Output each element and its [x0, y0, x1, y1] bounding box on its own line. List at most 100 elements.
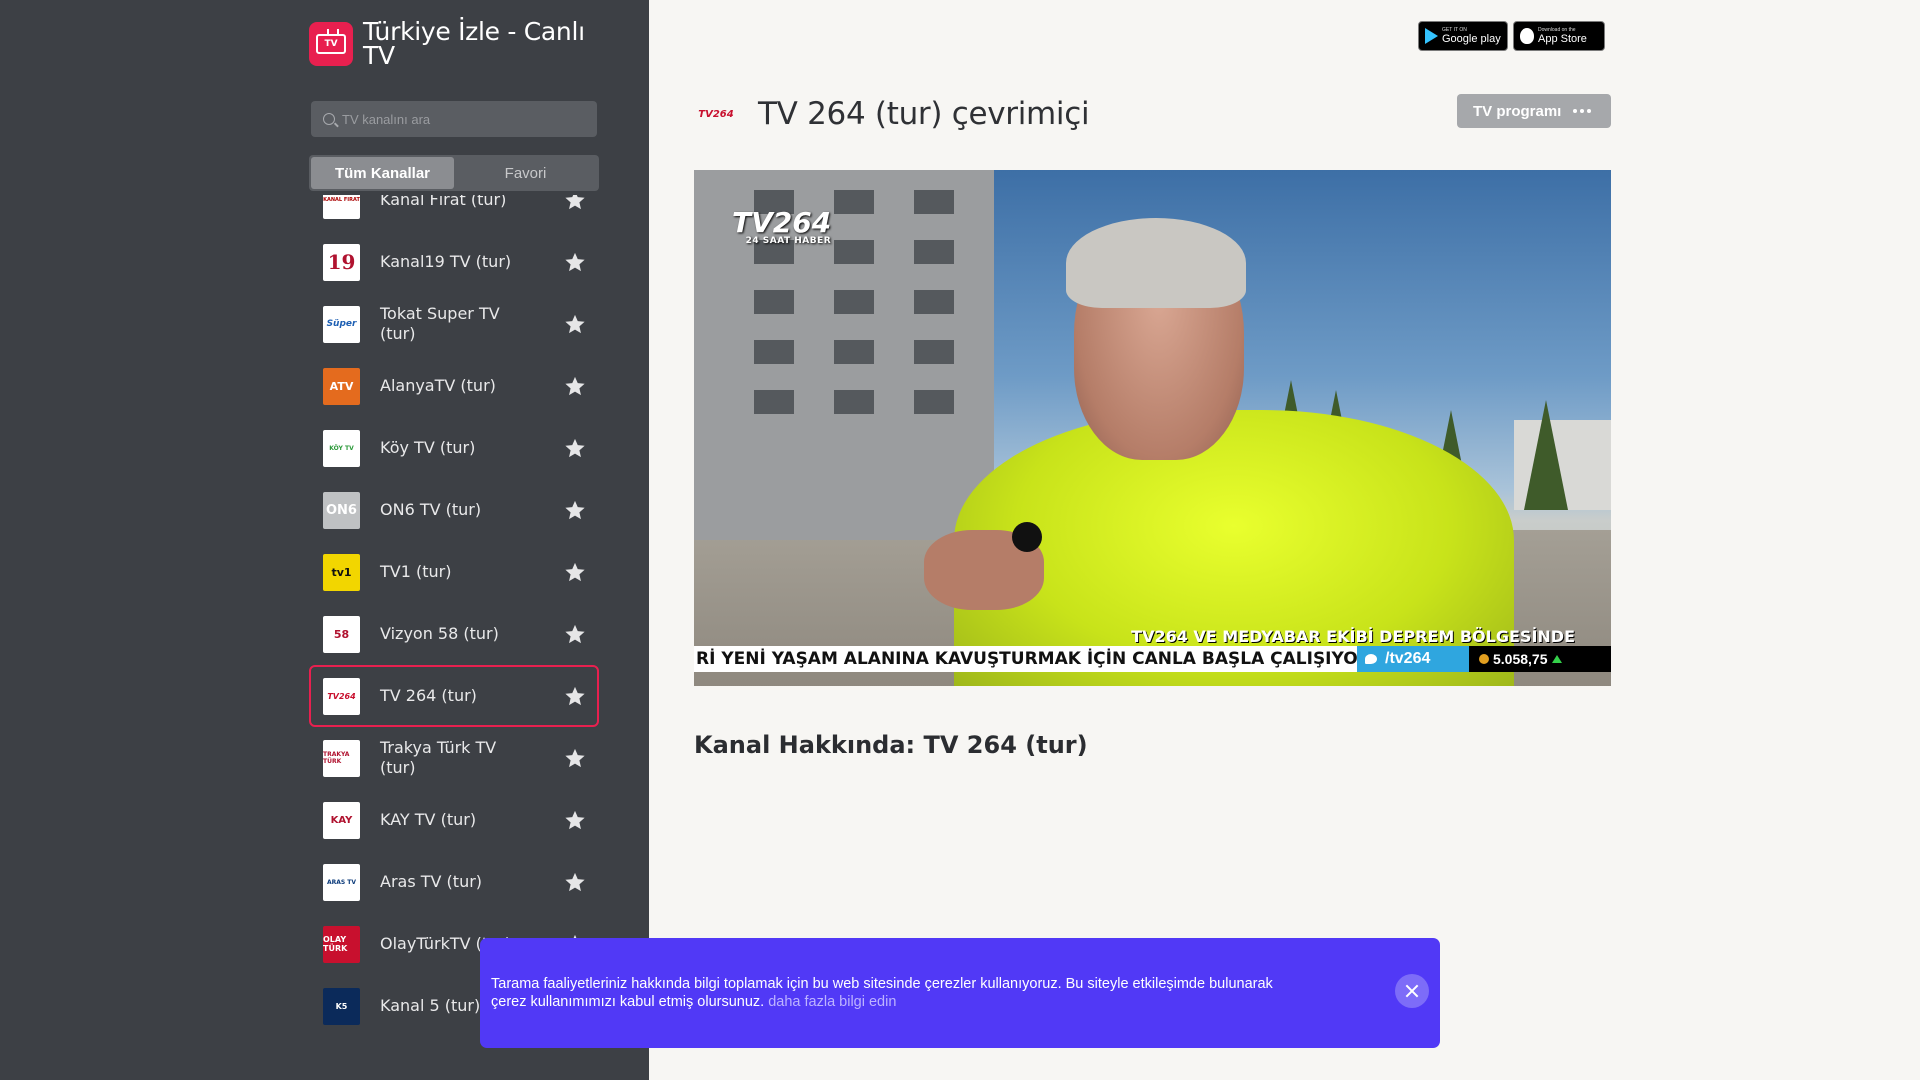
sidebar: TV Türkiye İzle - Canlı TV Tüm Kanallar … [0, 0, 649, 1080]
star-icon-shape [565, 686, 585, 706]
channel-item[interactable]: KÖY TV Köy TV (tur) [309, 417, 599, 479]
store-badges: GET IT ON Google play Download on the Ap… [1418, 21, 1605, 51]
page-title: TV 264 (tur) çevrimiçi [758, 96, 1090, 132]
app-store-badge[interactable]: Download on the App Store [1513, 21, 1605, 51]
star-icon[interactable] [561, 558, 589, 586]
video-headline: TV264 VE MEDYABAR EKİBİ DEPREM BÖLGESİND… [1131, 627, 1575, 646]
channel-name: TV1 (tur) [380, 562, 452, 581]
app-store-text: Download on the App Store [1538, 27, 1587, 45]
ticker-bar: Rİ YENİ YAŞAM ALANINA KAVUŞTURMAK İÇİN C… [694, 646, 1611, 672]
star-icon[interactable] [561, 496, 589, 524]
cookie-learn-more-link[interactable]: daha fazla bilgi edin [768, 994, 896, 1010]
cookie-close-button[interactable] [1395, 974, 1429, 1008]
video-player[interactable]: TV264 24 SAAT HABER TV264 VE MEDYABAR EK… [694, 170, 1611, 686]
channel-logo: KÖY TV [323, 429, 360, 467]
brand-logo-text: TV [316, 34, 346, 54]
star-icon[interactable] [561, 620, 589, 648]
channel-item[interactable]: Süper Tokat Super TV (tur) [309, 293, 599, 355]
channel-name: Trakya Türk TV (tur) [380, 738, 497, 777]
star-icon-shape [565, 314, 585, 334]
channel-name: Tokat Super TV (tur) [380, 304, 500, 343]
ticker-text: Rİ YENİ YAŞAM ALANINA KAVUŞTURMAK İÇİN C… [696, 649, 1357, 669]
channel-logo: K5 [323, 987, 360, 1025]
close-icon [1405, 984, 1419, 998]
channel-item[interactable]: 58 Vizyon 58 (tur) [309, 603, 599, 665]
channel-logo-text: TV264 [698, 108, 734, 120]
channel-logo: Süper [323, 305, 360, 343]
index-icon [1479, 654, 1489, 664]
star-icon[interactable] [561, 195, 589, 214]
channel-item[interactable]: ARAS TV Aras TV (tur) [309, 851, 599, 913]
channel-item[interactable]: KAY KAY TV (tur) [309, 789, 599, 851]
channel-item[interactable]: TRAKYA TÜRK Trakya Türk TV (tur) [309, 727, 599, 789]
google-play-icon [1425, 28, 1438, 44]
star-icon-shape [565, 748, 585, 768]
google-play-big: Google play [1442, 33, 1501, 45]
channel-name: KAY TV (tur) [380, 810, 477, 829]
watermark-text: TV264 [732, 206, 832, 239]
lower-third: TV264 VE MEDYABAR EKİBİ DEPREM BÖLGESİND… [694, 627, 1611, 672]
channel-item[interactable]: KANAL FIRAT Kanal Fırat (tur) [309, 195, 599, 231]
channel-item[interactable]: ON6 ON6 TV (tur) [309, 479, 599, 541]
social-handle-text: /tv264 [1385, 650, 1431, 667]
channel-item[interactable]: TV264 TV 264 (tur) [309, 665, 599, 727]
video-frame-detail [1524, 400, 1568, 510]
star-icon[interactable] [561, 682, 589, 710]
channel-logo: TRAKYA TÜRK [323, 739, 360, 777]
star-icon-shape [565, 810, 585, 830]
more-dots-icon [1573, 109, 1592, 113]
channel-item[interactable]: ATV AlanyaTV (tur) [309, 355, 599, 417]
star-icon[interactable] [561, 434, 589, 462]
star-icon-shape [565, 562, 585, 582]
google-play-text: GET IT ON Google play [1442, 27, 1501, 45]
cookie-message: Tarama faaliyetleriniz hakkında bilgi to… [491, 975, 1311, 1011]
star-icon[interactable] [561, 868, 589, 896]
brand[interactable]: TV Türkiye İzle - Canlı TV [309, 19, 613, 68]
tv-logo-icon: TV [309, 22, 353, 66]
star-icon-shape [565, 624, 585, 644]
google-play-badge[interactable]: GET IT ON Google play [1418, 21, 1508, 51]
arrow-up-icon [1551, 655, 1562, 663]
search-box [311, 101, 597, 137]
channel-item[interactable]: tv1 TV1 (tur) [309, 541, 599, 603]
channel-logo: OLAY TÜRK [323, 925, 360, 963]
star-icon-shape [565, 252, 585, 272]
star-icon-shape [565, 376, 585, 396]
channel-tabs: Tüm Kanallar Favori [309, 155, 599, 191]
channel-logo: ON6 [323, 491, 360, 529]
channel-logo: 19 [323, 243, 360, 281]
title-row: TV264 TV 264 (tur) çevrimiçi [694, 92, 1089, 136]
video-watermark: TV264 24 SAAT HABER [732, 206, 831, 246]
channel-logo: ARAS TV [323, 863, 360, 901]
star-icon[interactable] [561, 310, 589, 338]
search-input[interactable] [342, 111, 592, 127]
watermark-sub: 24 SAAT HABER [745, 236, 832, 246]
channel-logo: tv1 [323, 553, 360, 591]
channel-item[interactable]: 19 Kanal19 TV (tur) [309, 231, 599, 293]
cookie-banner: Tarama faaliyetleriniz hakkında bilgi to… [480, 938, 1440, 1048]
star-icon[interactable] [561, 806, 589, 834]
about-heading: Kanal Hakkında: TV 264 (tur) [694, 731, 1088, 759]
tv-program-label: TV programı [1473, 102, 1562, 120]
social-handle: /tv264 [1357, 646, 1469, 672]
market-index-value: 5.058,75 [1493, 651, 1548, 667]
channel-name: TV 264 (tur) [380, 686, 477, 705]
tv-program-button[interactable]: TV programı [1457, 94, 1611, 128]
star-icon-shape [565, 195, 585, 210]
channel-list-items: KANAL FIRAT Kanal Fırat (tur) 19 Kanal19 TV… [309, 195, 599, 1037]
star-icon-shape [565, 872, 585, 892]
channel-name: Köy TV (tur) [380, 438, 476, 457]
channel-logo: TV264 [694, 92, 738, 136]
video-frame-detail [1066, 218, 1246, 308]
tab-favorites[interactable]: Favori [454, 157, 597, 189]
tab-all-channels[interactable]: Tüm Kanallar [311, 157, 454, 189]
channel-name: Kanal19 TV (tur) [380, 252, 512, 271]
channel-logo: KANAL FIRAT [323, 195, 360, 219]
channel-logo: TV264 [323, 677, 360, 715]
star-icon[interactable] [561, 248, 589, 276]
star-icon-shape [565, 438, 585, 458]
channel-logo: KAY [323, 801, 360, 839]
channel-name: Kanal Fırat (tur) [380, 195, 507, 209]
star-icon[interactable] [561, 744, 589, 772]
star-icon[interactable] [561, 372, 589, 400]
